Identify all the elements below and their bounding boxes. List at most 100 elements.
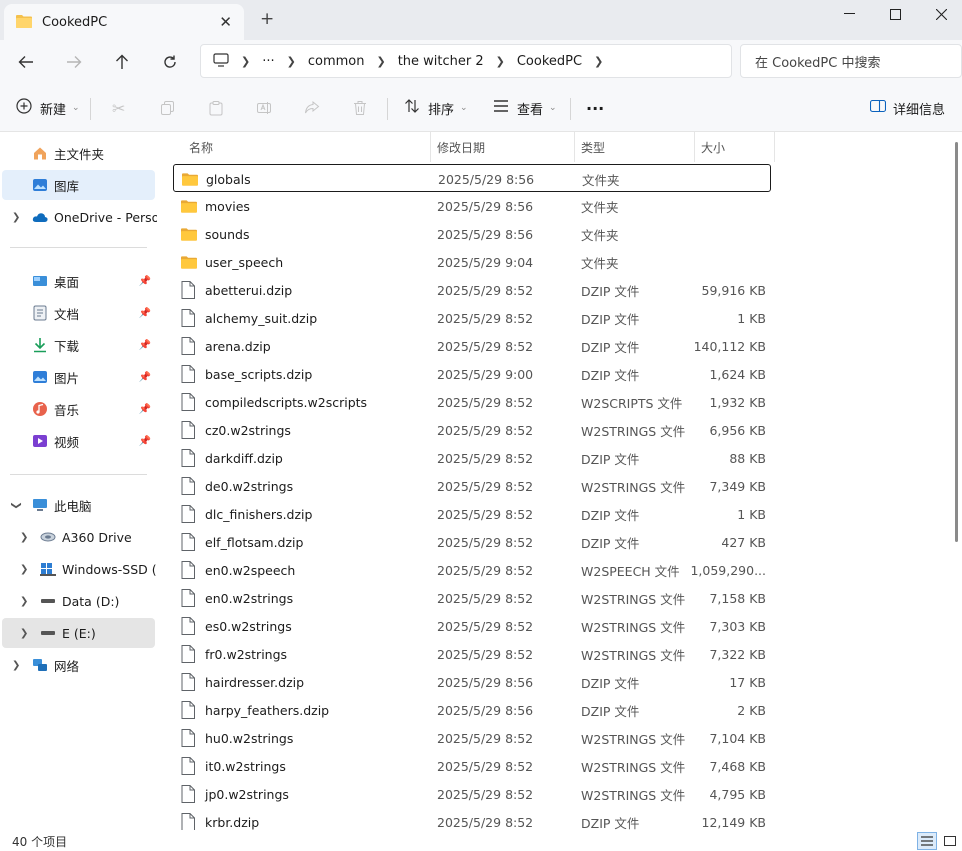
rename-icon[interactable] xyxy=(256,96,272,120)
file-row[interactable]: it0.w2strings 2025/5/29 8:52 W2STRINGS 文件 7… xyxy=(173,752,771,780)
chevron-right-icon[interactable]: ❯ xyxy=(20,628,28,639)
file-icon xyxy=(181,589,197,607)
chevron-right-icon[interactable]: ❯ xyxy=(20,564,28,575)
sidebar-item-pictures[interactable]: 图片 📌 xyxy=(2,362,155,392)
up-arrow-icon[interactable] xyxy=(110,50,134,74)
file-row[interactable]: fr0.w2strings 2025/5/29 8:52 W2STRINGS 文件 7… xyxy=(173,640,771,668)
breadcrumb-separator-icon[interactable]: ❯ xyxy=(594,55,603,68)
sidebar-item-desktop[interactable]: 桌面 📌 xyxy=(2,266,155,296)
file-row[interactable]: en0.w2speech 2025/5/29 8:52 W2SPEECH 文件 1,0… xyxy=(173,556,771,584)
file-row[interactable]: es0.w2strings 2025/5/29 8:52 W2STRINGS 文件 7… xyxy=(173,612,771,640)
folder-row[interactable]: globals 2025/5/29 8:56 文件夹 xyxy=(173,164,771,192)
file-row[interactable]: arena.dzip 2025/5/29 8:52 DZIP 文件 140,112 K… xyxy=(173,332,771,360)
sidebar-item-gallery[interactable]: 图库 xyxy=(2,170,155,200)
sidebar-item-data-d[interactable]: ❯ Data (D:) xyxy=(2,586,155,616)
new-tab-icon[interactable]: + xyxy=(260,9,274,29)
refresh-icon[interactable] xyxy=(158,50,182,74)
details-view-icon[interactable] xyxy=(917,832,937,850)
folder-row[interactable]: user_speech 2025/5/29 9:04 文件夹 xyxy=(173,248,771,276)
tab-cookedpc[interactable]: CookedPC ✕ xyxy=(4,4,244,40)
tiles-view-icon[interactable] xyxy=(940,832,960,850)
sidebar-item-music[interactable]: 音乐 📌 xyxy=(2,394,155,424)
column-header-type[interactable]: 类型 xyxy=(575,132,695,162)
pin-icon[interactable]: 📌 xyxy=(139,404,151,415)
search-input[interactable]: 在 CookedPC 中搜索 xyxy=(740,44,962,78)
file-row[interactable]: cz0.w2strings 2025/5/29 8:52 W2STRINGS 文件 6… xyxy=(173,416,771,444)
vertical-scrollbar[interactable] xyxy=(955,142,958,542)
file-row[interactable]: alchemy_suit.dzip 2025/5/29 8:52 DZIP 文件 1 … xyxy=(173,304,771,332)
chevron-right-icon[interactable]: ❯ xyxy=(20,596,28,607)
file-row[interactable]: hairdresser.dzip 2025/5/29 8:56 DZIP 文件 17 … xyxy=(173,668,771,696)
chevron-right-icon[interactable]: ❯ xyxy=(12,660,20,671)
sidebar-item-this-pc[interactable]: ❯ 此电脑 xyxy=(2,490,155,520)
sidebar-divider xyxy=(10,247,147,248)
file-size: 7,322 KB xyxy=(709,646,766,662)
file-row[interactable]: base_scripts.dzip 2025/5/29 9:00 DZIP 文件 1,… xyxy=(173,360,771,388)
address-bar[interactable]: ❯ ··· ❯ common ❯ the witcher 2 ❯ CookedP… xyxy=(200,44,732,78)
breadcrumb-separator-icon: ❯ xyxy=(286,54,296,68)
breadcrumb-the-witcher-2[interactable]: the witcher 2 xyxy=(398,54,484,69)
pin-icon[interactable]: 📌 xyxy=(139,436,151,447)
sidebar-item-videos[interactable]: 视频 📌 xyxy=(2,426,155,456)
computer-icon[interactable] xyxy=(213,52,229,70)
column-header-size[interactable]: 大小 xyxy=(695,132,775,162)
pin-icon[interactable]: 📌 xyxy=(139,340,151,351)
sidebar-item-documents[interactable]: 文档 📌 xyxy=(2,298,155,328)
chevron-right-icon[interactable]: ❯ xyxy=(20,532,28,543)
pin-icon[interactable]: 📌 xyxy=(139,308,151,319)
view-button[interactable]: 查看 ⌄ xyxy=(493,96,557,120)
new-button[interactable]: 新建 ⌄ xyxy=(16,96,80,120)
sidebar-item-home[interactable]: 主文件夹 xyxy=(2,138,155,168)
breadcrumb-cookedpc[interactable]: CookedPC xyxy=(517,54,582,69)
file-row[interactable]: dlc_finishers.dzip 2025/5/29 8:52 DZIP 文件 1… xyxy=(173,500,771,528)
file-row[interactable]: de0.w2strings 2025/5/29 8:52 W2STRINGS 文件 7… xyxy=(173,472,771,500)
back-arrow-icon[interactable] xyxy=(14,50,38,74)
pin-icon[interactable]: 📌 xyxy=(139,276,151,287)
paste-icon[interactable] xyxy=(208,96,224,120)
file-date: 2025/5/29 8:52 xyxy=(437,618,534,634)
details-pane-button[interactable]: 详细信息 xyxy=(869,96,945,120)
breadcrumb-ellipsis[interactable]: ··· xyxy=(262,54,274,69)
pin-icon[interactable]: 📌 xyxy=(139,372,151,383)
file-row[interactable]: jp0.w2strings 2025/5/29 8:52 W2STRINGS 文件 4… xyxy=(173,780,771,808)
file-row[interactable]: harpy_feathers.dzip 2025/5/29 8:56 DZIP 文件… xyxy=(173,696,771,724)
sort-button[interactable]: 排序 ⌄ xyxy=(404,96,468,120)
sidebar-item-onedrive[interactable]: ❯ OneDrive - Perso xyxy=(2,202,157,232)
file-type: 文件夹 xyxy=(581,255,619,271)
sidebar-item-drive-e[interactable]: ❯ E (E:) xyxy=(2,618,155,648)
maximize-icon[interactable] xyxy=(872,0,918,28)
sidebar-item-a360-drive[interactable]: ❯ A360 Drive xyxy=(2,522,155,552)
column-header-name[interactable]: 名称 xyxy=(183,132,431,162)
file-row[interactable]: krbr.dzip 2025/5/29 8:52 DZIP 文件 12,149 KB xyxy=(173,808,771,830)
file-row[interactable]: en0.w2strings 2025/5/29 8:52 W2STRINGS 文件 7… xyxy=(173,584,771,612)
file-row[interactable]: abetterui.dzip 2025/5/29 8:52 DZIP 文件 59,91… xyxy=(173,276,771,304)
forward-arrow-icon[interactable] xyxy=(62,50,86,74)
folder-row[interactable]: movies 2025/5/29 8:56 文件夹 xyxy=(173,192,771,220)
file-size: 7,303 KB xyxy=(709,618,766,634)
minimize-icon[interactable] xyxy=(826,0,872,28)
chevron-down-icon[interactable]: ❯ xyxy=(11,501,22,509)
file-row[interactable]: elf_flotsam.dzip 2025/5/29 8:52 DZIP 文件 427… xyxy=(173,528,771,556)
column-header-date[interactable]: 修改日期 xyxy=(431,132,575,162)
chevron-right-icon[interactable]: ❯ xyxy=(12,212,20,223)
sidebar-item-label: A360 Drive xyxy=(62,529,132,545)
file-icon xyxy=(181,309,197,327)
copy-icon[interactable] xyxy=(160,96,176,120)
file-date: 2025/5/29 8:52 xyxy=(437,282,534,298)
cut-icon[interactable]: ✂ xyxy=(112,96,125,120)
tab-close-icon[interactable]: ✕ xyxy=(219,13,232,31)
sidebar-item-downloads[interactable]: 下载 📌 xyxy=(2,330,155,360)
sidebar-item-network[interactable]: ❯ 网络 xyxy=(2,650,155,680)
more-options-button[interactable]: ··· xyxy=(586,96,604,120)
file-row[interactable]: hu0.w2strings 2025/5/29 8:52 W2STRINGS 文件 7… xyxy=(173,724,771,752)
file-row[interactable]: compiledscripts.w2scripts 2025/5/29 8:52 W… xyxy=(173,388,771,416)
share-icon[interactable] xyxy=(304,96,320,120)
sidebar-item-windows-ssd[interactable]: ❯ Windows-SSD (C xyxy=(2,554,157,584)
folder-row[interactable]: sounds 2025/5/29 8:56 文件夹 xyxy=(173,220,771,248)
chevron-down-icon: ⌄ xyxy=(460,103,468,113)
file-row[interactable]: darkdiff.dzip 2025/5/29 8:52 DZIP 文件 88 KB xyxy=(173,444,771,472)
close-window-icon[interactable] xyxy=(918,0,962,28)
delete-icon[interactable] xyxy=(352,96,368,120)
file-name-cell: jp0.w2strings xyxy=(181,780,289,808)
breadcrumb-common[interactable]: common xyxy=(308,54,365,69)
